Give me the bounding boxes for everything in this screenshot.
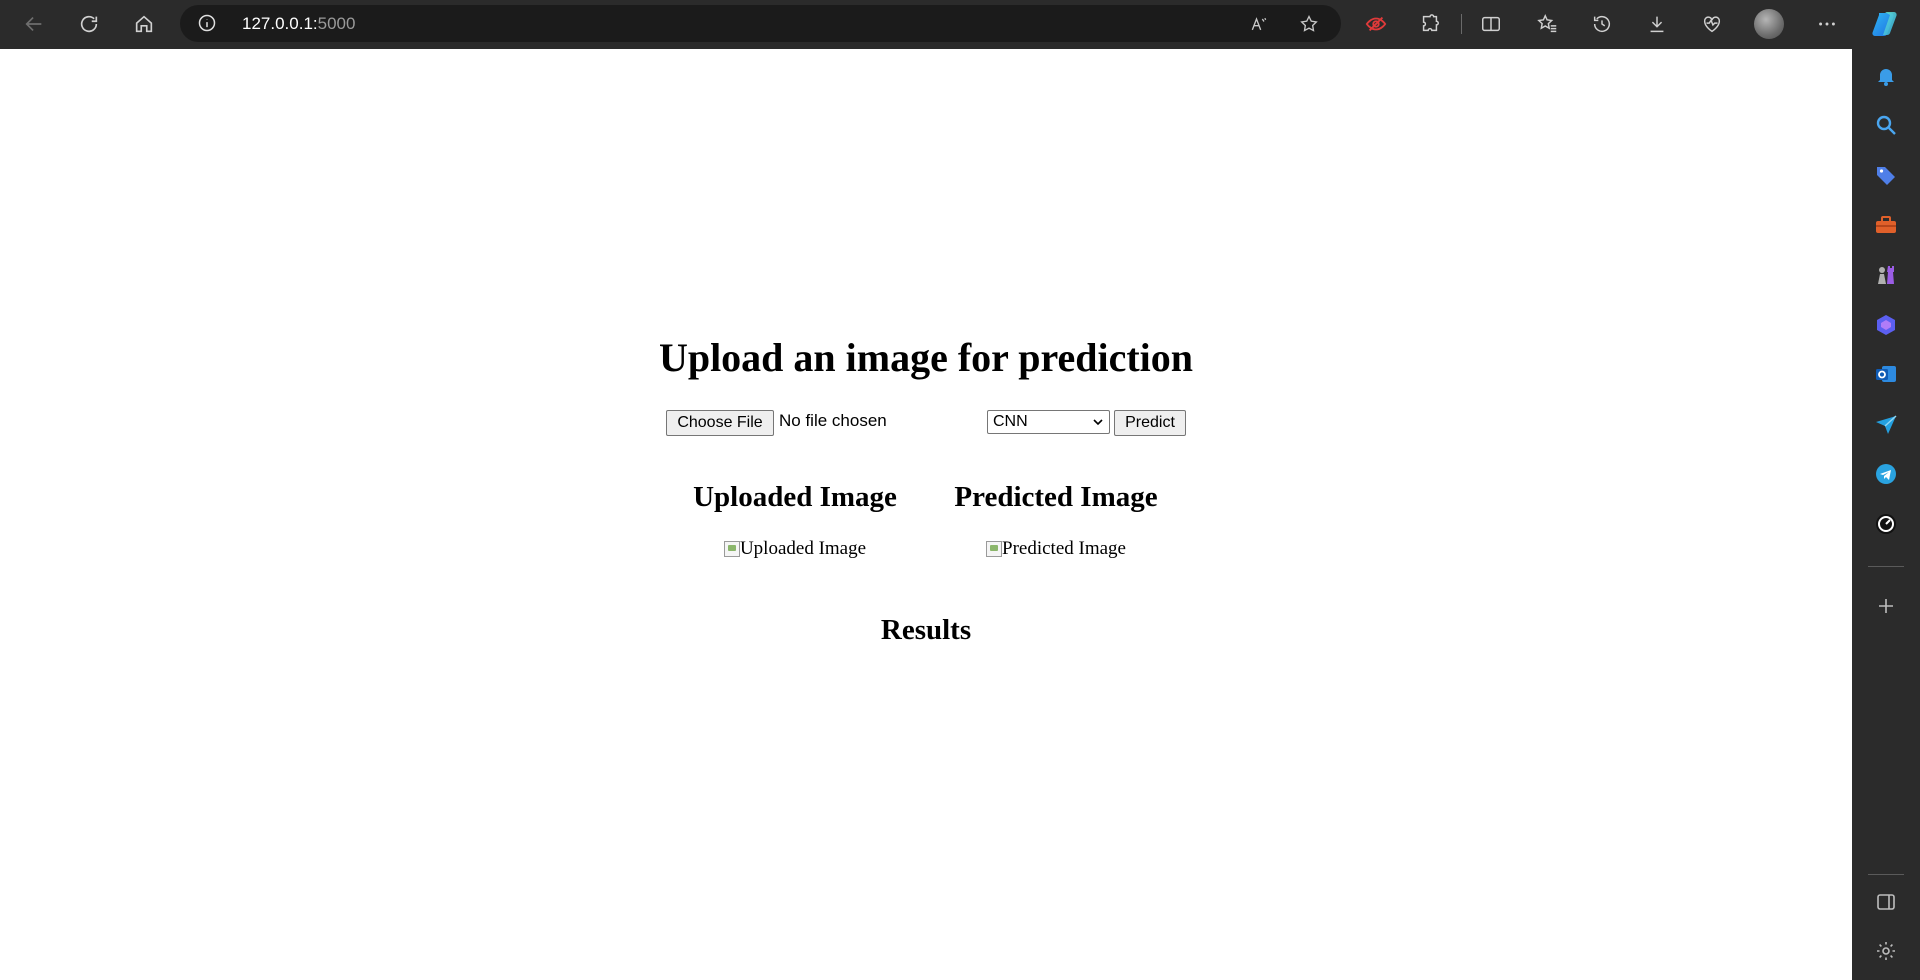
download-icon: [1650, 16, 1664, 33]
home-button[interactable]: [126, 7, 162, 41]
edge-sidebar: [1852, 49, 1920, 980]
downloads-button[interactable]: [1639, 7, 1675, 41]
favorites-button[interactable]: [1530, 7, 1566, 41]
url-text[interactable]: 127.0.0.1:5000: [242, 14, 355, 34]
panel-icon: [1877, 894, 1895, 910]
choose-file-button[interactable]: Choose File: [666, 410, 774, 436]
sidebar-add-button[interactable]: [1874, 594, 1898, 618]
split-screen-icon: [1482, 16, 1500, 32]
refresh-button[interactable]: [71, 7, 107, 41]
sidebar-telegram[interactable]: [1874, 462, 1898, 486]
paper-plane-icon: [1876, 415, 1897, 434]
broken-image-icon: [723, 541, 740, 557]
sidebar-games[interactable]: [1874, 263, 1898, 287]
star-icon: [1300, 14, 1318, 32]
predicted-image-section: Predicted Image Predicted Image: [948, 481, 1164, 562]
address-bar[interactable]: 127.0.0.1:5000: [180, 5, 1341, 42]
eye-blocked-icon: [1365, 16, 1387, 32]
model-select-value: CNN: [993, 413, 1028, 430]
chess-pieces-icon: [1878, 266, 1894, 284]
sidebar-tools[interactable]: [1874, 213, 1898, 237]
uploaded-image-section: Uploaded Image Uploaded Image: [690, 481, 900, 562]
file-status-text: No file chosen: [779, 411, 887, 430]
url-port: 5000: [317, 14, 356, 33]
uploaded-image-alt: Uploaded Image: [739, 538, 867, 559]
telegram-icon: [1876, 464, 1896, 484]
sidebar-search[interactable]: [1874, 113, 1898, 137]
puzzle-icon: [1422, 14, 1439, 32]
uploaded-image-heading: Uploaded Image: [693, 481, 897, 513]
favorite-button[interactable]: [1294, 9, 1324, 39]
history-icon: [1593, 16, 1611, 33]
predicted-image-alt: Predicted Image: [1002, 538, 1126, 559]
chevron-down-icon: [1093, 419, 1103, 426]
sidebar-speedtest[interactable]: [1874, 512, 1898, 536]
sidebar-divider: [1868, 566, 1904, 567]
read-aloud-button[interactable]: [1244, 9, 1274, 39]
tag-icon: [1877, 167, 1895, 185]
history-button[interactable]: [1584, 7, 1620, 41]
sidebar-settings-button[interactable]: [1874, 939, 1898, 963]
extensions-button[interactable]: [1412, 7, 1448, 41]
predict-button[interactable]: Predict: [1114, 410, 1186, 436]
split-screen-button[interactable]: [1473, 7, 1509, 41]
sidebar-toggle-button[interactable]: [1874, 890, 1898, 914]
uploaded-image: Uploaded Image: [723, 538, 867, 560]
read-aloud-icon: [1251, 17, 1267, 31]
home-icon: [135, 15, 153, 33]
gear-icon: [1877, 942, 1895, 960]
profile-avatar[interactable]: [1754, 9, 1784, 39]
favorites-list-icon: [1537, 13, 1557, 33]
more-dots-icon: [1819, 22, 1835, 26]
browser-essentials-button[interactable]: [1694, 7, 1730, 41]
results-heading: Results: [880, 614, 972, 646]
broken-image-icon: [986, 541, 1002, 557]
page-content: Upload an image for prediction Choose Fi…: [0, 49, 1852, 980]
predicted-image-heading: Predicted Image: [954, 481, 1158, 513]
sidebar-outlook[interactable]: [1874, 362, 1898, 386]
toolbar-divider: [1461, 14, 1462, 34]
sidebar-shopping[interactable]: [1874, 163, 1898, 187]
bell-icon: [1878, 69, 1894, 86]
predicted-image: Predicted Image: [986, 538, 1126, 560]
back-arrow-icon: [25, 16, 42, 32]
sidebar-divider-bottom: [1868, 874, 1904, 875]
settings-more-button[interactable]: [1809, 7, 1845, 41]
browser-toolbar: 127.0.0.1:5000: [0, 0, 1920, 49]
url-host: 127.0.0.1:: [242, 14, 318, 33]
site-info-icon[interactable]: [197, 13, 217, 33]
tracking-prevention-button[interactable]: [1358, 7, 1394, 41]
page-title: Upload an image for prediction: [658, 335, 1194, 380]
refresh-icon: [80, 15, 98, 33]
sidebar-microsoft365[interactable]: [1874, 313, 1898, 337]
plus-icon: [1879, 599, 1893, 613]
toolbox-icon: [1876, 216, 1896, 233]
heart-pulse-icon: [1703, 16, 1721, 33]
model-select[interactable]: CNN: [987, 410, 1110, 434]
outlook-icon: [1876, 366, 1896, 382]
back-button[interactable]: [16, 7, 52, 41]
sidebar-send[interactable]: [1874, 412, 1898, 436]
speedometer-icon: [1876, 514, 1896, 534]
sidebar-notifications[interactable]: [1874, 64, 1898, 88]
search-icon: [1876, 115, 1896, 135]
copilot-icon[interactable]: [1869, 8, 1901, 40]
microsoft365-icon: [1877, 315, 1895, 335]
